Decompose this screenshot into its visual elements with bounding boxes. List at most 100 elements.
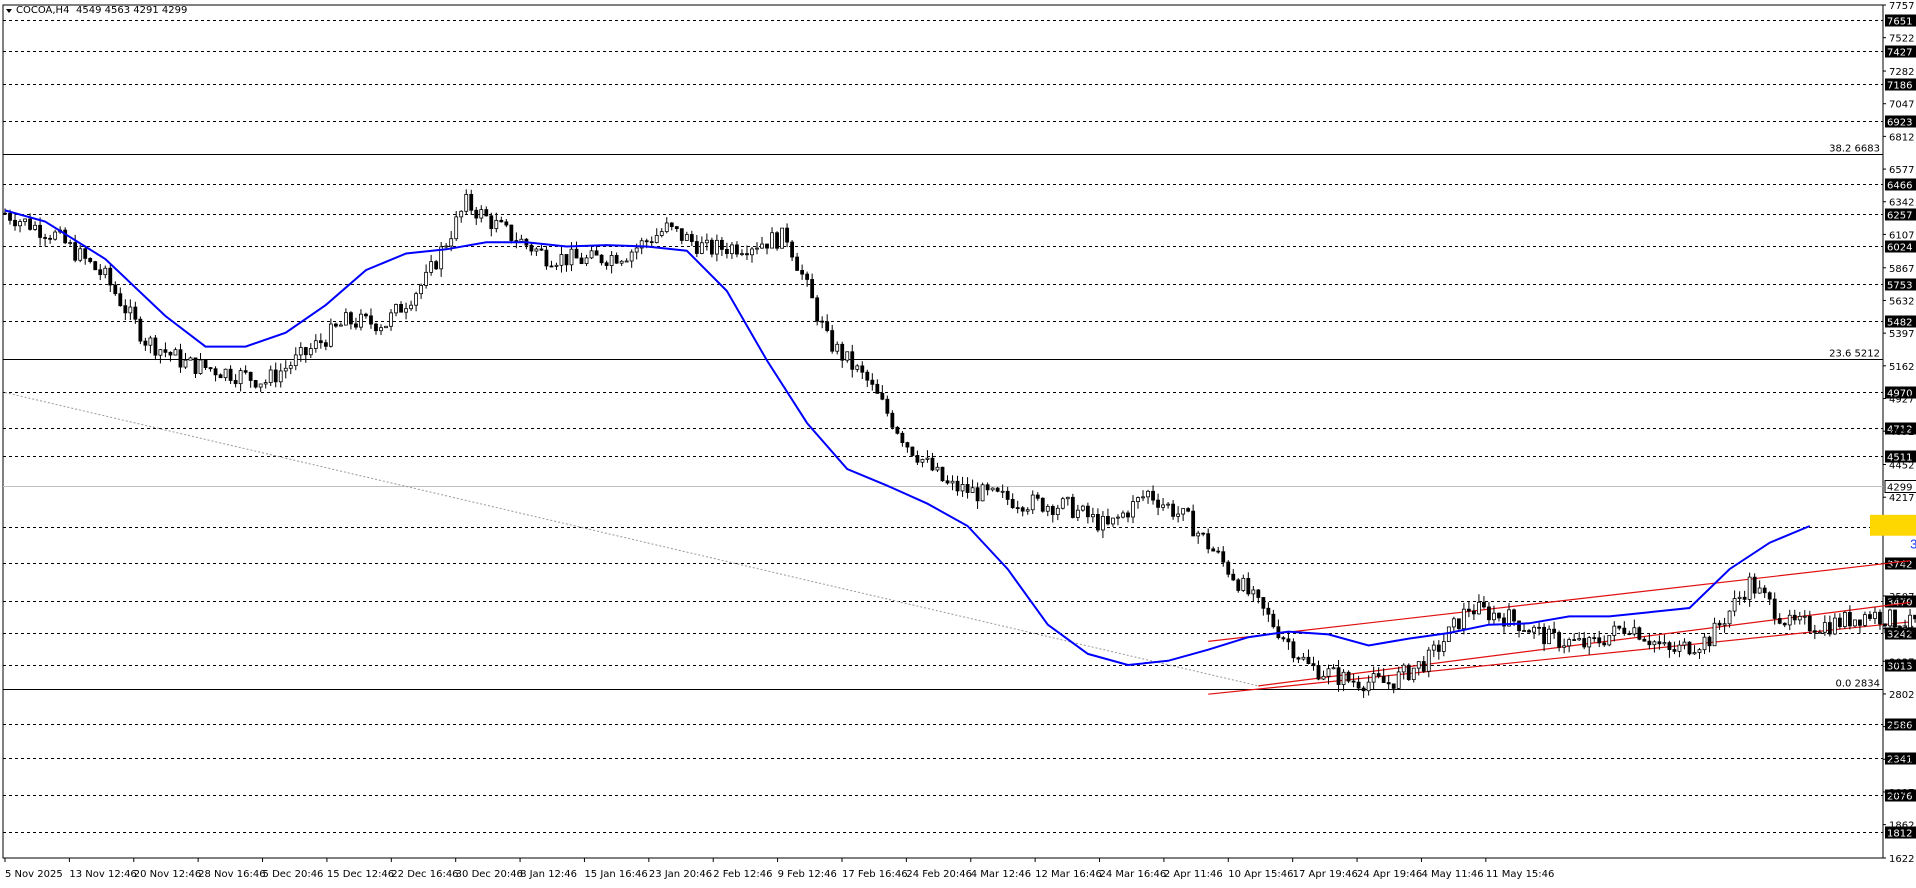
y-tick-label: 5162	[1889, 362, 1914, 373]
level-price-label: 6923	[1887, 118, 1912, 129]
candle-body	[1802, 615, 1807, 618]
candle-body	[1065, 496, 1070, 500]
candle-body	[113, 284, 118, 295]
candle-body	[13, 219, 17, 227]
candle-body	[1226, 561, 1231, 575]
candle-body	[419, 285, 424, 295]
candle-body	[619, 260, 624, 264]
candle-body	[1246, 577, 1251, 595]
candle-body	[1752, 576, 1757, 594]
candle-body	[108, 267, 113, 286]
candle-body	[83, 248, 88, 259]
candle-body	[1873, 611, 1877, 619]
candle-body	[1572, 639, 1577, 641]
candle-body	[1381, 676, 1386, 683]
candle-body	[349, 312, 353, 325]
candle-body	[634, 247, 639, 253]
candle-body	[1657, 641, 1662, 645]
candle-body	[1421, 661, 1426, 672]
candle-body	[1286, 638, 1291, 643]
candle-body	[765, 243, 769, 249]
candle-body	[123, 305, 128, 314]
candle-body	[1085, 505, 1090, 518]
candle-body	[785, 227, 789, 243]
candle-body	[1121, 512, 1125, 518]
candle-body	[810, 279, 815, 299]
candle-body	[1306, 656, 1311, 665]
candle-body	[379, 327, 383, 332]
candle-body	[248, 371, 253, 381]
candle-body	[980, 484, 985, 502]
candle-body	[28, 218, 32, 230]
level-price-label: 7651	[1887, 17, 1912, 28]
candle-body	[790, 241, 794, 258]
candle-body	[143, 340, 148, 346]
candle-body	[38, 224, 42, 238]
candle-body	[394, 304, 398, 314]
candle-body	[805, 273, 810, 280]
candle-body	[1837, 617, 1842, 627]
candle-body	[820, 320, 825, 323]
candle-body	[1792, 614, 1797, 621]
candle-body	[1767, 592, 1772, 600]
y-tick-label: 3037	[1889, 657, 1914, 668]
candle-body	[1898, 626, 1902, 630]
candle-body	[1116, 516, 1120, 519]
candle-body	[890, 412, 895, 428]
candle-body	[1787, 614, 1792, 626]
candle-body	[1426, 649, 1431, 672]
candle-body	[1351, 680, 1356, 683]
candle-body	[1075, 509, 1080, 518]
candle-body	[1166, 503, 1170, 506]
candle-body	[1637, 627, 1642, 640]
candle-body	[1868, 614, 1872, 619]
price-chart[interactable]: COCOA,H4 4549 4563 4291 4299 7651 7427 7186 6…	[0, 0, 1916, 888]
candle-body	[73, 242, 78, 261]
candle-body	[1156, 499, 1160, 508]
candle-body	[1211, 548, 1216, 552]
candle-body	[860, 365, 865, 373]
candle-body	[1822, 622, 1827, 633]
y-tick-label: 4217	[1889, 493, 1914, 504]
candle-body	[1045, 506, 1050, 512]
candle-body	[960, 484, 965, 492]
x-tick-label: 30 Dec 20:46	[456, 869, 523, 880]
candle-body	[1326, 668, 1331, 677]
candle-body	[935, 466, 940, 471]
candle-body	[218, 374, 223, 379]
x-tick-label: 4 Mar 12:46	[971, 869, 1031, 880]
candle-body	[188, 357, 193, 361]
candle-body	[775, 232, 779, 249]
candle-body	[830, 330, 835, 352]
candle-body	[1341, 671, 1346, 685]
candle-body	[238, 370, 243, 385]
candle-body	[1271, 613, 1276, 628]
candle-body	[253, 380, 258, 388]
candle-body	[384, 325, 388, 329]
x-tick-label: 15 Jan 16:46	[584, 869, 647, 880]
x-tick-label: 11 May 15:46	[1486, 869, 1555, 880]
candle-body	[589, 250, 594, 259]
candle-body	[479, 209, 484, 219]
y-tick-label: 7282	[1889, 67, 1914, 78]
candle-body	[850, 351, 855, 370]
candle-body	[1532, 626, 1536, 633]
candle-body	[1236, 579, 1241, 591]
candle-body	[1106, 515, 1110, 525]
candle-body	[1482, 601, 1486, 608]
candle-body	[1346, 671, 1351, 682]
candle-body	[1567, 639, 1572, 647]
candle-body	[374, 323, 378, 332]
y-tick-label: 3742	[1889, 559, 1914, 570]
candle-body	[770, 232, 774, 249]
candle-body	[399, 304, 403, 313]
x-tick-label: 15 Dec 12:46	[327, 869, 394, 880]
candle-body	[1863, 614, 1867, 626]
candle-body	[1717, 622, 1722, 626]
candle-body	[1025, 509, 1030, 512]
candle-body	[1672, 649, 1677, 652]
candle-body	[293, 354, 298, 367]
candle-body	[1396, 671, 1401, 689]
ema-annotation: 34 periyotluk üssel hareketli ortalama	[1910, 536, 1916, 551]
candle-body	[258, 383, 263, 388]
